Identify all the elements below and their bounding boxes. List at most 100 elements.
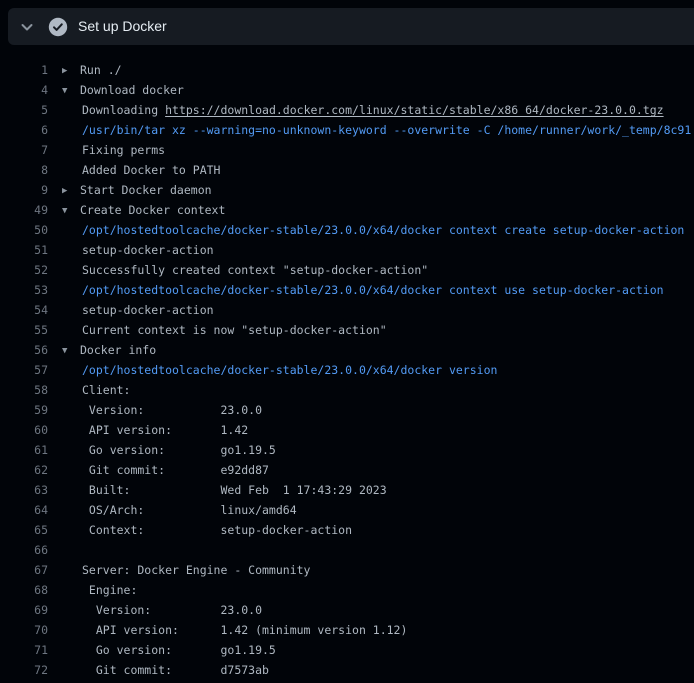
log-text: Go version: go1.19.5 [82,443,276,457]
line-number[interactable]: 4 [0,80,48,100]
line-number[interactable]: 52 [0,260,48,280]
log-line: 66 [0,540,694,560]
log-text: Server: Docker Engine - Community [82,563,310,577]
triangle-down-icon[interactable]: ▼ [62,81,80,101]
log-line: 63 Built: Wed Feb 1 17:43:29 2023 [0,480,694,500]
log-group-row[interactable]: 49 ▼Create Docker context [0,200,694,220]
line-number[interactable]: 1 [0,60,48,80]
log-line: 70 API version: 1.42 (minimum version 1.… [0,620,694,640]
log-text: Version: 23.0.0 [82,403,262,417]
log-group-row[interactable]: 9 ▶Start Docker daemon [0,180,694,200]
line-number[interactable]: 7 [0,140,48,160]
line-number[interactable]: 67 [0,560,48,580]
log-text: /opt/hostedtoolcache/docker-stable/23.0.… [82,363,497,377]
line-number[interactable]: 55 [0,320,48,340]
log-line: 64 OS/Arch: linux/amd64 [0,500,694,520]
triangle-down-icon[interactable]: ▼ [62,341,80,361]
line-number[interactable]: 59 [0,400,48,420]
line-number[interactable]: 68 [0,580,48,600]
log-line: 58 Client: [0,380,694,400]
log-text: setup-docker-action [82,243,214,257]
line-number[interactable]: 51 [0,240,48,260]
log-line: 51 setup-docker-action [0,240,694,260]
line-number[interactable]: 72 [0,660,48,680]
log-line: 53/opt/hostedtoolcache/docker-stable/23.… [0,280,694,300]
log-line: 69 Version: 23.0.0 [0,600,694,620]
line-number[interactable]: 69 [0,600,48,620]
log-text: /opt/hostedtoolcache/docker-stable/23.0.… [82,283,664,297]
triangle-right-icon[interactable]: ▶ [62,61,80,81]
line-number[interactable]: 65 [0,520,48,540]
line-number[interactable]: 62 [0,460,48,480]
check-circle-icon [48,17,68,37]
log-text: Version: 23.0.0 [82,603,262,617]
line-number[interactable]: 70 [0,620,48,640]
line-number[interactable]: 49 [0,200,48,220]
log-line: 52 Successfully created context "setup-do… [0,260,694,280]
log-group-row[interactable]: 4 ▼Download docker [0,80,694,100]
step-title: Set up Docker [78,8,167,45]
log-line: 6/usr/bin/tar xz --warning=no-unknown-ke… [0,120,694,140]
line-number[interactable]: 54 [0,300,48,320]
line-number[interactable]: 60 [0,420,48,440]
log-text: Git commit: e92dd87 [82,463,269,477]
group-label[interactable]: Download docker [80,83,184,97]
log-line: 55 Current context is now "setup-docker-a… [0,320,694,340]
line-number[interactable]: 58 [0,380,48,400]
log-line: 71 Go version: go1.19.5 [0,640,694,660]
line-number[interactable]: 56 [0,340,48,360]
line-number[interactable]: 71 [0,640,48,660]
log-line: 65 Context: setup-docker-action [0,520,694,540]
log-text: OS/Arch: linux/amd64 [82,503,297,517]
log-text: API version: 1.42 [82,423,248,437]
log-line: 8 Added Docker to PATH [0,160,694,180]
log-line: 60 API version: 1.42 [0,420,694,440]
log-group-row[interactable]: 1 ▶Run ./ [0,60,694,80]
log-line: 50/opt/hostedtoolcache/docker-stable/23.… [0,220,694,240]
log-text: Added Docker to PATH [82,163,220,177]
line-number[interactable]: 61 [0,440,48,460]
line-number[interactable]: 9 [0,180,48,200]
line-number[interactable]: 63 [0,480,48,500]
log-text: Context: setup-docker-action [82,523,352,537]
log-line: 72 Git commit: d7573ab [0,660,694,680]
log-text: Git commit: d7573ab [82,663,269,677]
triangle-down-icon[interactable]: ▼ [62,201,80,221]
log-text: API version: 1.42 (minimum version 1.12) [82,623,407,637]
log-line: 57/opt/hostedtoolcache/docker-stable/23.… [0,360,694,380]
log-text: Built: Wed Feb 1 17:43:29 2023 [82,483,387,497]
group-label[interactable]: Create Docker context [80,203,225,217]
log-group-row[interactable]: 56 ▼Docker info [0,340,694,360]
line-number[interactable]: 66 [0,540,48,560]
log-line: 67 Server: Docker Engine - Community [0,560,694,580]
log-text: Go version: go1.19.5 [82,643,276,657]
line-number[interactable]: 6 [0,120,48,140]
group-label[interactable]: Run ./ [80,63,122,77]
log-line: 7Fixing perms [0,140,694,160]
log-text: /usr/bin/tar xz --warning=no-unknown-key… [82,123,691,137]
log-text: setup-docker-action [82,303,214,317]
group-label[interactable]: Start Docker daemon [80,183,212,197]
log-line: 61 Go version: go1.19.5 [0,440,694,460]
log-text: Downloading [82,103,165,117]
log-line: 68 Engine: [0,580,694,600]
line-number[interactable]: 8 [0,160,48,180]
log-text: Successfully created context "setup-dock… [82,263,428,277]
log-text: Engine: [82,583,137,597]
log-line: 62 Git commit: e92dd87 [0,460,694,480]
log-line: 59 Version: 23.0.0 [0,400,694,420]
log-text: /opt/hostedtoolcache/docker-stable/23.0.… [82,223,684,237]
line-number[interactable]: 50 [0,220,48,240]
triangle-right-icon[interactable]: ▶ [62,181,80,201]
log-text: Current context is now "setup-docker-act… [82,323,387,337]
chevron-down-icon[interactable] [19,19,35,35]
log-link[interactable]: https://download.docker.com/linux/static… [165,103,664,117]
log-text: Client: [82,383,130,397]
line-number[interactable]: 64 [0,500,48,520]
line-number[interactable]: 57 [0,360,48,380]
line-number[interactable]: 5 [0,100,48,120]
line-number[interactable]: 53 [0,280,48,300]
group-label[interactable]: Docker info [80,343,156,357]
log-lines: 1▶Run ./4▼Download docker5Downloading ht… [0,45,694,680]
step-header[interactable]: Set up Docker [8,8,694,45]
